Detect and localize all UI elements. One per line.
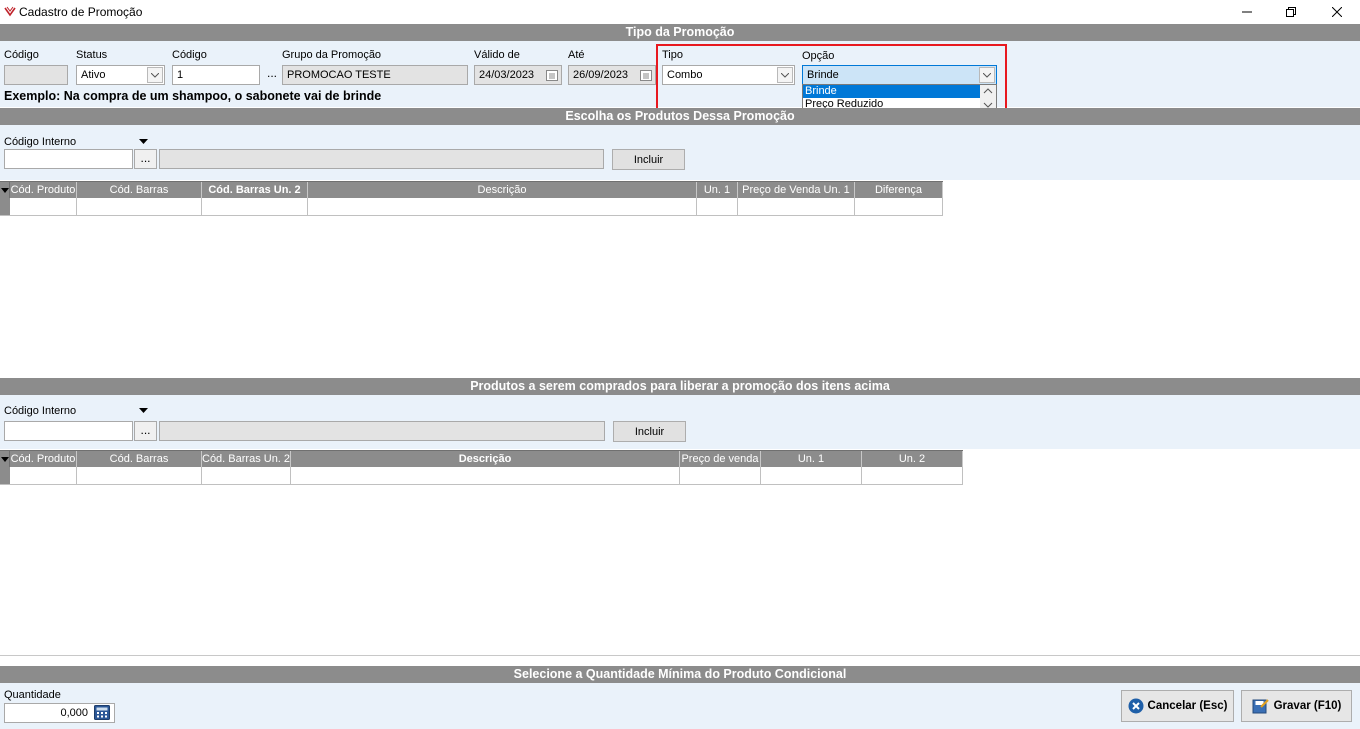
close-button[interactable] <box>1314 0 1360 24</box>
column-header[interactable]: Un. 1 <box>761 451 862 467</box>
restore-icon <box>1286 7 1296 17</box>
column-header[interactable]: Preço de Venda Un. 1 <box>738 182 855 198</box>
column-header[interactable]: Preço de venda <box>680 451 761 467</box>
calendar-icon[interactable] <box>544 68 559 82</box>
caret-down-icon[interactable] <box>139 139 148 144</box>
codigo-label: Código <box>4 49 39 61</box>
quantidade-label: Quantidade <box>4 689 61 701</box>
column-header[interactable]: Cód. Produto <box>10 451 77 467</box>
column-header[interactable]: Un. 1 <box>697 182 738 198</box>
quantidade-header: Selecione a Quantidade Mínima do Produto… <box>0 666 1360 683</box>
valido-label: Válido de <box>474 49 520 61</box>
table-header: Cód. Produto Cód. Barras Cód. Barras Un.… <box>0 181 943 198</box>
row-indicator-header <box>0 451 10 467</box>
column-header[interactable]: Diferença <box>855 182 943 198</box>
produtos-comprados-header: Produtos a serem comprados para liberar … <box>0 378 1360 395</box>
escolha-produtos-header: Escolha os Produtos Dessa Promoção <box>0 108 1360 125</box>
caret-down-icon <box>0 188 9 193</box>
ate-date-field[interactable]: 26/09/2023 <box>568 65 656 85</box>
column-header[interactable]: Cód. Barras Un. 2 <box>202 451 291 467</box>
row-indicator[interactable] <box>0 467 10 484</box>
status-value: Ativo <box>81 69 106 81</box>
divider <box>0 655 1360 656</box>
row-indicator[interactable] <box>0 198 10 215</box>
codigo-interno-search-button[interactable]: ... <box>134 149 157 169</box>
cancel-icon <box>1128 698 1144 714</box>
quantidade-value: 0,000 <box>60 707 88 719</box>
column-header[interactable]: Un. 2 <box>862 451 963 467</box>
row-indicator-header <box>0 182 10 198</box>
column-header[interactable]: Cód. Barras <box>77 451 202 467</box>
codigo-interno-label: Código Interno <box>4 405 77 417</box>
cancelar-label: Cancelar (Esc) <box>1147 700 1228 712</box>
grupo-search-button[interactable]: ... <box>262 65 282 85</box>
column-header[interactable]: Cód. Barras Un. 2 <box>202 182 308 198</box>
highlight-annotation-box <box>656 44 1007 118</box>
produto-descricao-field <box>159 421 605 441</box>
table-row[interactable] <box>0 198 943 216</box>
cancelar-button[interactable]: Cancelar (Esc) <box>1121 690 1234 722</box>
caret-down-icon <box>0 457 9 462</box>
save-icon <box>1252 699 1269 714</box>
minimize-button[interactable] <box>1224 0 1270 24</box>
close-icon <box>1332 7 1342 17</box>
calendar-icon[interactable] <box>638 68 653 82</box>
column-header[interactable]: Cód. Produto <box>10 182 77 198</box>
codigo-grupo-label: Código <box>172 49 207 61</box>
status-select[interactable]: Ativo <box>76 65 165 85</box>
gravar-label: Gravar (F10) <box>1273 700 1342 712</box>
app-logo-icon <box>4 6 16 17</box>
example-text: Exemplo: Na compra de um shampoo, o sabo… <box>4 89 382 103</box>
incluir-button[interactable]: Incluir <box>612 149 685 170</box>
chevron-down-icon[interactable] <box>147 67 163 83</box>
table-row[interactable] <box>0 467 963 485</box>
produto-descricao-field <box>159 149 604 169</box>
caret-down-icon[interactable] <box>139 408 148 413</box>
column-header[interactable]: Descrição <box>308 182 697 198</box>
grupo-field: PROMOCAO TESTE <box>282 65 468 85</box>
codigo-interno-search-button[interactable]: ... <box>134 421 157 441</box>
calculator-icon[interactable] <box>94 705 110 720</box>
ate-value: 26/09/2023 <box>573 69 629 81</box>
column-header[interactable]: Descrição <box>291 451 680 467</box>
grupo-label: Grupo da Promoção <box>282 49 382 61</box>
restore-button[interactable] <box>1268 0 1314 24</box>
table-header: Cód. Produto Cód. Barras Cód. Barras Un.… <box>0 450 963 467</box>
ate-label: Até <box>568 49 585 61</box>
minimize-icon <box>1242 11 1252 13</box>
codigo-field[interactable] <box>4 65 68 85</box>
escolha-produtos-table: Cód. Produto Cód. Barras Cód. Barras Un.… <box>0 181 943 216</box>
valido-value: 24/03/2023 <box>479 69 535 81</box>
produtos-comprados-table: Cód. Produto Cód. Barras Cód. Barras Un.… <box>0 450 963 485</box>
column-header[interactable]: Cód. Barras <box>77 182 202 198</box>
title-bar: Cadastro de Promoção <box>0 0 1360 24</box>
gravar-button[interactable]: Gravar (F10) <box>1241 690 1352 722</box>
codigo-interno-input[interactable] <box>4 421 133 441</box>
codigo-interno-label: Código Interno <box>4 136 77 148</box>
incluir-button[interactable]: Incluir <box>613 421 686 442</box>
tipo-promocao-header: Tipo da Promoção <box>0 24 1360 41</box>
codigo-grupo-field[interactable]: 1 <box>172 65 260 85</box>
status-label: Status <box>76 49 108 61</box>
valido-date-field[interactable]: 24/03/2023 <box>474 65 562 85</box>
window-title: Cadastro de Promoção <box>19 5 143 19</box>
codigo-interno-input[interactable] <box>4 149 133 169</box>
